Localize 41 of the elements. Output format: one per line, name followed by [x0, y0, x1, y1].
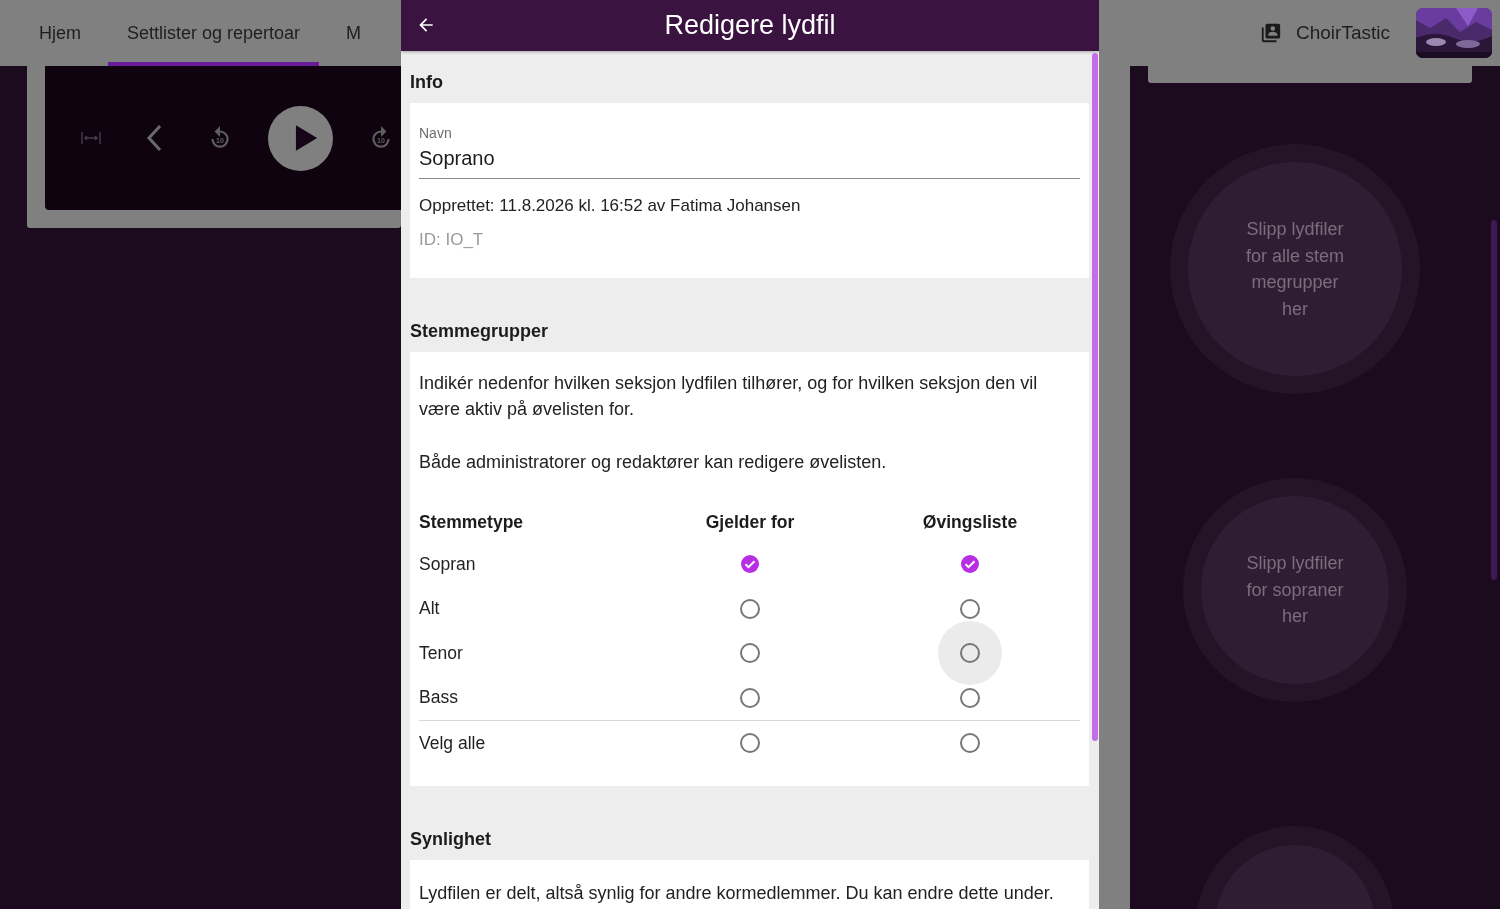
voice-name: Bass [419, 687, 459, 709]
radio-button[interactable] [960, 733, 980, 754]
name-field[interactable]: Navn Soprano [419, 125, 1080, 179]
column-header: Stemmetype [419, 511, 525, 533]
drop-zone[interactable]: Slipp lydfiler for alle stem megrupper her [1170, 144, 1420, 394]
radio-button[interactable] [740, 554, 760, 575]
description-text: Både administratorer og redaktører kan redigere øvelisten. [419, 451, 888, 474]
created-text: Opprettet: 11.8.2026 kl. 16:52 av Fatima Johansen [419, 196, 802, 216]
voice-name: Alt [419, 598, 441, 620]
section-heading: Stemmegrupper [410, 320, 550, 343]
drop-zone-text: Slipp lydfiler for alle stem megrupper her [1245, 218, 1344, 321]
radio-button[interactable] [960, 554, 980, 575]
scrollbar[interactable] [1491, 220, 1497, 580]
radio-button[interactable] [960, 598, 980, 619]
library-icon[interactable] [1260, 22, 1282, 44]
drop-zone[interactable]: Slipp lydfiler for sopraner her [1183, 478, 1407, 702]
nav-tab[interactable]: Hjem [20, 0, 100, 66]
radio-button[interactable] [960, 643, 980, 664]
chevron-left-icon[interactable] [146, 124, 162, 152]
column-header: Øvingsliste [921, 511, 1019, 533]
dialog-title: Redigere lydfil [664, 10, 836, 41]
column-header: Gjelder for [704, 511, 796, 533]
id-text: ID: IO_T [419, 230, 485, 250]
select-all-label: Velg alle [419, 732, 487, 754]
section-heading: Info [410, 71, 444, 94]
visibility-text: Lydfilen er delt, altså synlig for andre kormedlemmer. Du kan endre dette under. [419, 881, 1055, 905]
scrollbar[interactable] [1092, 53, 1098, 741]
drop-zone-text: Slipp lydfiler for sopraner her [1246, 552, 1344, 629]
field-value: Soprano [419, 147, 496, 170]
voice-name: Tenor [419, 642, 464, 664]
field-label: Navn [419, 125, 453, 141]
nav-tab[interactable]: M [327, 0, 381, 66]
radio-button[interactable] [740, 598, 760, 619]
section-heading: Synlighet [410, 827, 492, 851]
radio-button[interactable] [740, 733, 760, 754]
choir-name[interactable]: ChoirTastic [1296, 22, 1390, 44]
radio-button[interactable] [740, 643, 760, 664]
voice-name: Sopran [419, 553, 477, 575]
description-text: Indikér nedenfor hvilken seksjon lydfilen tilhører, og for hvilken seksjon den vil være aktiv på øvelisten for. [419, 372, 1039, 421]
radio-button[interactable] [960, 687, 980, 708]
radio-button[interactable] [740, 687, 760, 708]
